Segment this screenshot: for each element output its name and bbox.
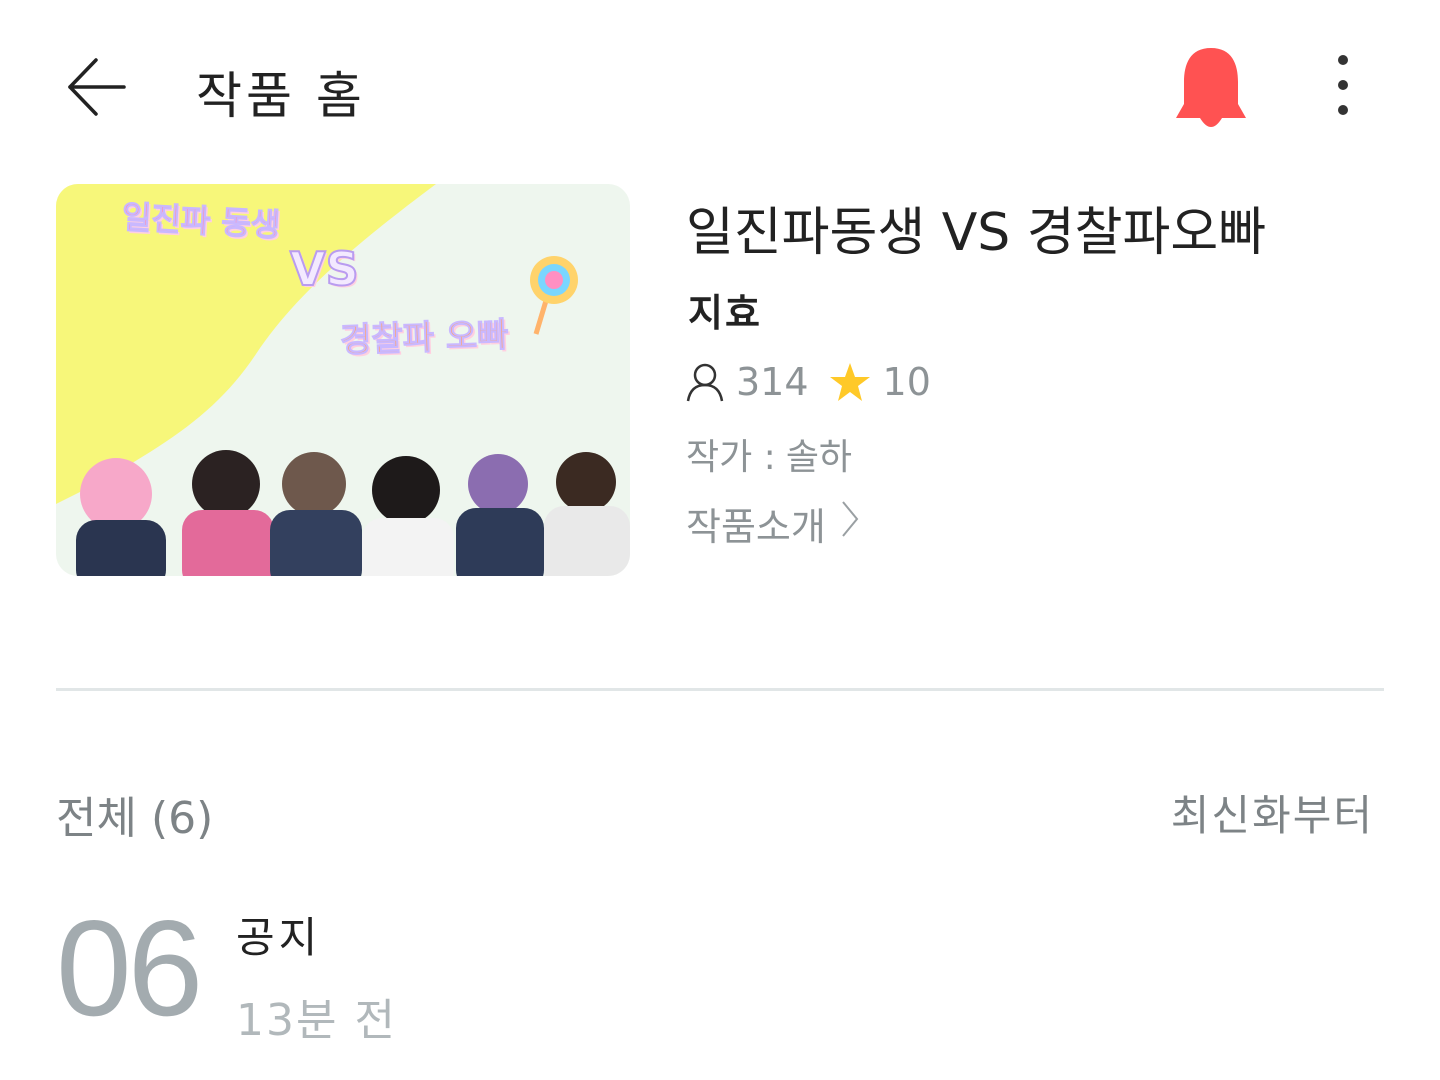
episode-time: 13분 전: [236, 995, 397, 1046]
episode-list-item[interactable]: 06 공지 13분 전: [56, 900, 1386, 1050]
work-home-screen: 작품 홈 일진파 동생 VS 경찰파 오빠 일진파동생 VS 경찰파오빠 지효 …: [0, 0, 1440, 1080]
chevron-right-icon: [840, 499, 860, 548]
cover-image[interactable]: 일진파 동생 VS 경찰파 오빠: [56, 184, 630, 576]
author-name: 솔하: [785, 437, 853, 478]
bell-icon[interactable]: [1170, 42, 1252, 132]
cover-text-line1: 일진파 동생: [121, 197, 282, 245]
episode-title: 공지: [236, 913, 322, 962]
intro-link[interactable]: 작품소개: [686, 496, 860, 551]
episode-total: 전체 (6): [56, 793, 214, 844]
back-arrow-icon[interactable]: [62, 52, 132, 122]
intro-label: 작품소개: [686, 505, 826, 549]
star-icon: [829, 362, 871, 402]
work-genre: 지효: [688, 291, 762, 335]
person-icon: [686, 362, 724, 402]
more-vertical-icon[interactable]: [1318, 52, 1368, 122]
cover-text-line2: VS: [289, 241, 360, 297]
views-count: 314: [736, 360, 809, 404]
author-row: 작가 : 솔하: [686, 428, 852, 480]
cover-text-line3: 경찰파 오빠: [339, 315, 510, 362]
work-title: 일진파동생 VS 경찰파오빠: [686, 203, 1267, 263]
page-title: 작품 홈: [196, 67, 366, 125]
sort-toggle[interactable]: 최신화부터: [1171, 782, 1374, 843]
section-divider: [56, 688, 1384, 691]
episode-number: 06: [56, 892, 203, 1044]
author-label: 작가 :: [686, 437, 776, 478]
rating-value: 10: [882, 360, 931, 404]
work-stats: 314 10: [686, 356, 931, 408]
